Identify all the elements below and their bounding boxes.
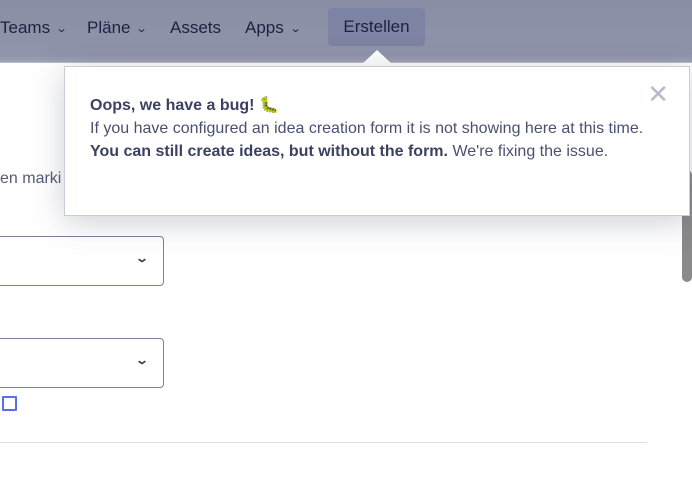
popover-text-2: We're fixing the issue.	[452, 143, 609, 160]
nav-teams-label: Teams	[0, 18, 51, 37]
bug-icon: 🐛	[258, 97, 279, 114]
popover-message: If you have configured an idea creation …	[90, 117, 660, 163]
popover-arrow	[360, 50, 394, 66]
nav-apps-label: Apps	[245, 18, 284, 37]
top-navigation-bar: Teams ⌄ Pläne ⌄ Assets Apps ⌄ Erstellen	[0, 0, 692, 63]
popover-text-1: If you have configured an idea creation …	[90, 120, 644, 137]
chevron-down-icon: ⌄	[136, 22, 149, 35]
create-button[interactable]: Erstellen	[328, 8, 425, 46]
external-link-icon[interactable]	[2, 396, 17, 411]
nav-assets-label: Assets	[170, 18, 222, 37]
nav-assets[interactable]: Assets	[170, 18, 221, 38]
nav-teams[interactable]: Teams ⌄	[0, 18, 68, 38]
chevron-down-icon: ⌄	[134, 251, 150, 265]
chevron-down-icon: ⌄	[55, 22, 68, 35]
nav-plaene-label: Pläne	[87, 18, 131, 37]
bug-notice-popover: ✕ Oops, we have a bug! 🐛 If you have con…	[64, 66, 690, 216]
divider	[0, 442, 647, 443]
popover-text-bold: You can still create ideas, but without …	[90, 143, 448, 160]
select-dropdown-1[interactable]: ⌄	[0, 236, 164, 286]
nav-plaene[interactable]: Pläne ⌄	[87, 18, 149, 38]
popover-title: Oops, we have a bug!	[90, 97, 255, 114]
background-partial-text: en marki	[0, 170, 62, 187]
chevron-down-icon: ⌄	[289, 22, 302, 35]
chevron-down-icon: ⌄	[134, 353, 150, 367]
popover-body: Oops, we have a bug! 🐛 If you have confi…	[90, 94, 660, 163]
select-dropdown-2[interactable]: ⌄	[0, 338, 164, 388]
nav-apps[interactable]: Apps ⌄	[245, 18, 302, 38]
